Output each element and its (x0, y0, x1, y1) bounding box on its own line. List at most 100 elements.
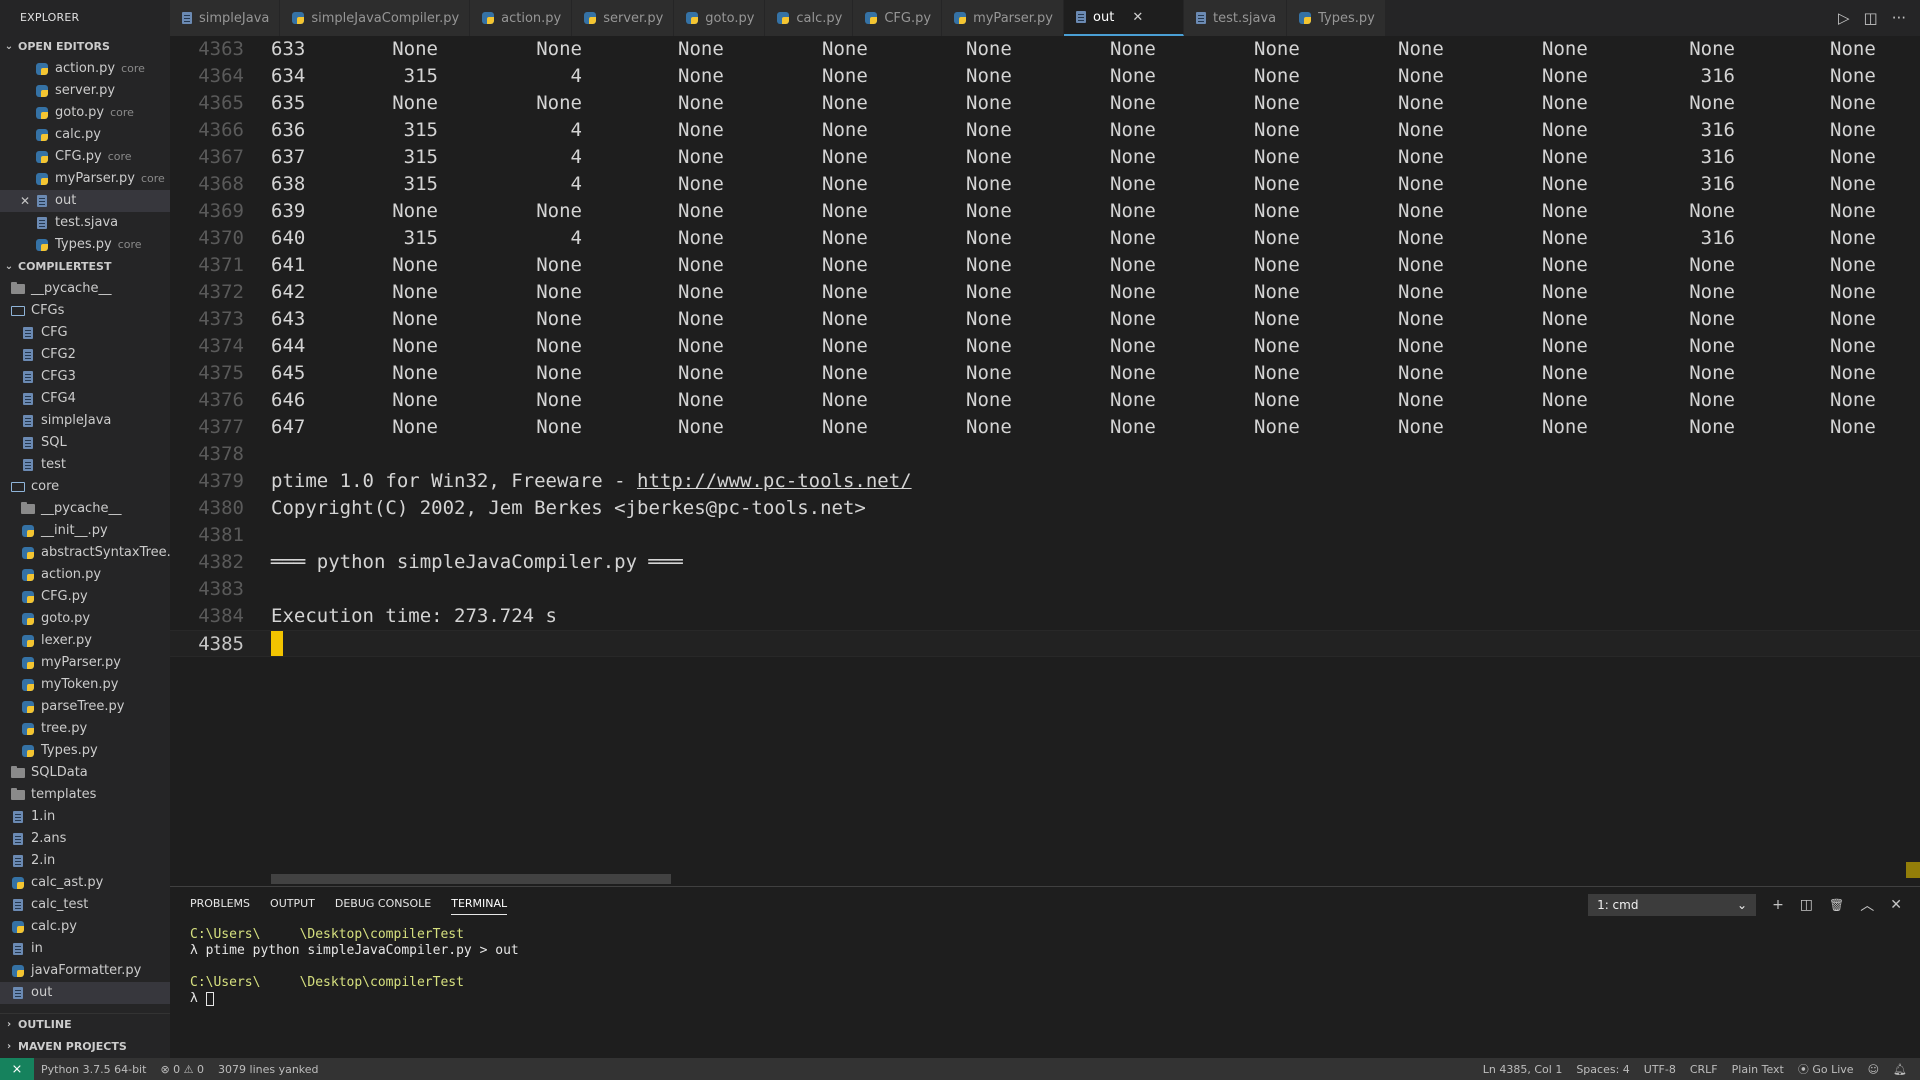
tree-item[interactable]: javaFormatter.py (0, 960, 170, 982)
tab-cfg-py[interactable]: CFG.py (853, 0, 943, 36)
tree-item[interactable]: SQL (0, 432, 170, 454)
indentation[interactable]: Spaces: 4 (1569, 1063, 1636, 1076)
open-editor-item[interactable]: myParser.py core (0, 168, 170, 190)
open-editor-item[interactable]: CFG.py core (0, 146, 170, 168)
project-header[interactable]: ⌄ COMPILERTEST (0, 256, 170, 278)
trash-icon[interactable]: 🗑 (1829, 898, 1844, 912)
tree-item[interactable]: templates (0, 784, 170, 806)
tree-item[interactable]: CFG (0, 322, 170, 344)
run-icon[interactable]: ▷ (1838, 9, 1850, 27)
outline-header[interactable]: › OUTLINE (0, 1014, 170, 1036)
close-icon[interactable]: ✕ (18, 190, 32, 212)
new-terminal-icon[interactable]: + (1772, 897, 1784, 913)
bell-icon[interactable]: 🔔︎ (1886, 1063, 1914, 1076)
tree-item[interactable]: goto.py (0, 608, 170, 630)
tree-item[interactable]: abstractSyntaxTree.py (0, 542, 170, 564)
table-cell: None (1542, 308, 1588, 330)
encoding[interactable]: UTF-8 (1637, 1063, 1683, 1076)
line-ending[interactable]: CRLF (1683, 1063, 1725, 1076)
tree-item-label: 1.in (31, 809, 56, 824)
language-mode[interactable]: Plain Text (1725, 1063, 1791, 1076)
panel-tab-problems[interactable]: PROBLEMS (190, 897, 250, 915)
open-editor-item[interactable]: Types.py core (0, 234, 170, 256)
table-cell: None (678, 362, 724, 384)
split-terminal-icon[interactable]: ◫ (1800, 897, 1813, 913)
tab-out[interactable]: out ✕ (1064, 0, 1185, 36)
table-cell: None (1542, 92, 1588, 114)
tree-item[interactable]: out (0, 982, 170, 1004)
tree-item[interactable]: tree.py (0, 718, 170, 740)
terminal-select-value: 1: cmd (1597, 898, 1639, 912)
tree-item[interactable]: __init__.py (0, 520, 170, 542)
table-cell: None (1254, 416, 1300, 438)
tree-item[interactable]: SQLData (0, 762, 170, 784)
tree-item[interactable]: 2.ans (0, 828, 170, 850)
open-editor-item[interactable]: calc.py (0, 124, 170, 146)
more-actions-icon[interactable]: ··· (1892, 9, 1906, 27)
tree-item[interactable]: calc.py (0, 916, 170, 938)
python-interpreter[interactable]: Python 3.7.5 64-bit (34, 1063, 153, 1076)
table-cell: None (1398, 389, 1444, 411)
tree-item[interactable]: simpleJava (0, 410, 170, 432)
remote-icon[interactable]: ⨯ (0, 1058, 34, 1080)
tree-item[interactable]: __pycache__ (0, 278, 170, 300)
open-editor-item[interactable]: server.py (0, 80, 170, 102)
tree-item[interactable]: 1.in (0, 806, 170, 828)
open-editor-item[interactable]: action.py core (0, 58, 170, 80)
tab-calc-py[interactable]: calc.py (765, 0, 854, 36)
editor-area[interactable]: 4363 633 None None None None None None None None N… (170, 36, 1920, 886)
tree-item[interactable]: CFG3 (0, 366, 170, 388)
open-editor-item[interactable]: ✕ out (0, 190, 170, 212)
open-editor-item[interactable]: test.sjava (0, 212, 170, 234)
open-editors-header[interactable]: ⌄ OPEN EDITORS (0, 36, 170, 58)
tab-myparser-py[interactable]: myParser.py (942, 0, 1065, 36)
tab-simplejavacompiler-py[interactable]: simpleJavaCompiler.py (280, 0, 471, 36)
tab-goto-py[interactable]: goto.py (674, 0, 766, 36)
tree-item[interactable]: calc_ast.py (0, 872, 170, 894)
python-icon (20, 523, 36, 539)
maven-projects-header[interactable]: › MAVEN PROJECTS (0, 1036, 170, 1058)
horizontal-scrollbar[interactable] (271, 874, 671, 884)
tree-item[interactable]: CFG.py (0, 586, 170, 608)
tree-item[interactable]: action.py (0, 564, 170, 586)
maximize-panel-icon[interactable]: ︿ (1860, 895, 1874, 915)
panel-tab-terminal[interactable]: TERMINAL (451, 897, 508, 915)
close-panel-icon[interactable]: ✕ (1890, 897, 1902, 913)
tree-item[interactable]: CFGs (0, 300, 170, 322)
tab-action-py[interactable]: action.py (470, 0, 573, 36)
cursor-position[interactable]: Ln 4385, Col 1 (1476, 1063, 1570, 1076)
feedback-icon[interactable]: ☺ (1861, 1063, 1886, 1076)
panel-tab-output[interactable]: OUTPUT (270, 897, 315, 915)
tree-item[interactable]: myToken.py (0, 674, 170, 696)
tree-item[interactable]: in (0, 938, 170, 960)
tree-item[interactable]: parseTree.py (0, 696, 170, 718)
tab-types-py[interactable]: Types.py (1287, 0, 1386, 36)
url-link[interactable]: http://www.pc-tools.net/ (637, 470, 912, 492)
split-editor-icon[interactable]: ◫ (1864, 9, 1878, 27)
tab-test-sjava[interactable]: test.sjava (1184, 0, 1288, 36)
tree-item[interactable]: __pycache__ (0, 498, 170, 520)
table-cell: None (822, 254, 868, 276)
go-live-button[interactable]: ⦿ Go Live (1791, 1061, 1861, 1077)
tree-item[interactable]: 2.in (0, 850, 170, 872)
tree-item-label: out (31, 985, 53, 1000)
terminal-select[interactable]: 1: cmd ⌄ (1588, 894, 1757, 916)
panel-tab-debug-console[interactable]: DEBUG CONSOLE (335, 897, 431, 915)
table-cell: None (536, 92, 582, 114)
tab-server-py[interactable]: server.py (572, 0, 675, 36)
open-editor-item[interactable]: goto.py core (0, 102, 170, 124)
file-icon (20, 325, 36, 341)
tree-item[interactable]: core (0, 476, 170, 498)
tree-item[interactable]: myParser.py (0, 652, 170, 674)
problems-count[interactable]: ⊗ 0 ⚠ 0 (153, 1063, 211, 1076)
terminal-output[interactable]: C:\Users\ \Desktop\compilerTest λ ptime p… (190, 927, 519, 1007)
tree-item[interactable]: test (0, 454, 170, 476)
tree-item[interactable]: Types.py (0, 740, 170, 762)
tree-item[interactable]: calc_test (0, 894, 170, 916)
tab-simplejava[interactable]: simpleJava (170, 0, 281, 36)
tree-item[interactable]: CFG2 (0, 344, 170, 366)
tree-item[interactable]: lexer.py (0, 630, 170, 652)
close-icon[interactable]: ✕ (1132, 10, 1143, 25)
tree-item[interactable]: CFG4 (0, 388, 170, 410)
table-cell: None (1830, 38, 1876, 60)
